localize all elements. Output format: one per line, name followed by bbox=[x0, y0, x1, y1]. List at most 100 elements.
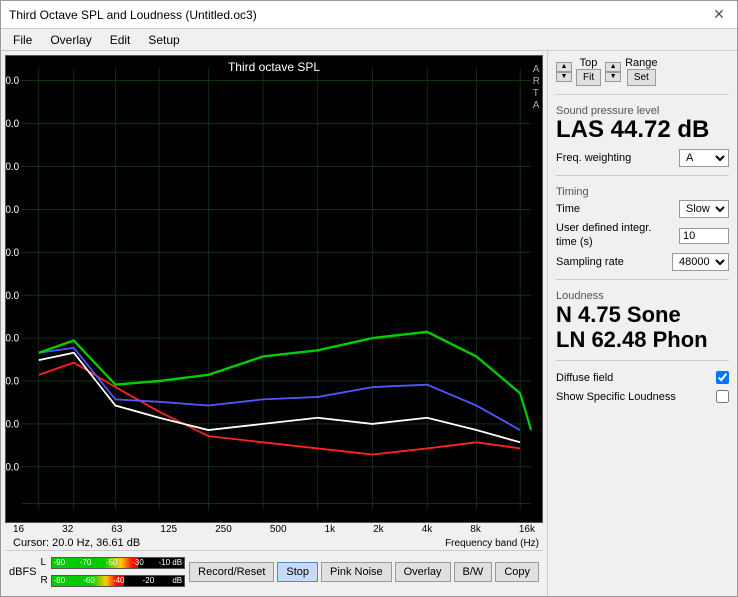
fit-button[interactable]: Fit bbox=[576, 69, 601, 86]
x-label-32: 32 bbox=[62, 524, 73, 535]
show-specific-checkbox[interactable] bbox=[716, 390, 729, 403]
x-label-16: 16 bbox=[13, 524, 24, 535]
meter-row-R: R -80 -60 -40 -20 dB bbox=[41, 573, 186, 589]
top-label: Top bbox=[580, 57, 598, 69]
menu-overlay[interactable]: Overlay bbox=[42, 31, 99, 49]
set-button[interactable]: Set bbox=[627, 69, 656, 86]
range-spinners: ▲ ▼ bbox=[605, 62, 621, 82]
chart-svg: 100.0 90.0 80.0 70.0 60.0 50.0 40.0 30.0… bbox=[6, 56, 542, 522]
tick-R-20: -20 bbox=[143, 576, 155, 585]
menu-bar: File Overlay Edit Setup bbox=[1, 29, 737, 51]
right-panel: ▲ ▼ Top Fit ▲ ▼ Range Set Sou bbox=[547, 51, 737, 596]
loudness-n-value: N 4.75 Sone bbox=[556, 302, 729, 327]
record-reset-button[interactable]: Record/Reset bbox=[189, 562, 274, 582]
loudness-ln-value: LN 62.48 Phon bbox=[556, 327, 729, 352]
bw-button[interactable]: B/W bbox=[454, 562, 493, 582]
x-label-2k: 2k bbox=[373, 524, 384, 535]
top-down-button[interactable]: ▼ bbox=[556, 72, 572, 82]
diffuse-field-label: Diffuse field bbox=[556, 372, 613, 384]
time-label: Time bbox=[556, 203, 580, 215]
freq-weighting-row: Freq. weighting A B C Z bbox=[556, 149, 729, 167]
chart-title: Third octave SPL bbox=[228, 60, 320, 74]
level-meter: L -90 -70 -50 -30 -10 dB bbox=[41, 553, 186, 591]
title-bar: Third Octave SPL and Loudness (Untitled.… bbox=[1, 1, 737, 29]
svg-text:100.0: 100.0 bbox=[6, 76, 19, 88]
x-label-125: 125 bbox=[160, 524, 177, 535]
loudness-section: Loudness N 4.75 Sone LN 62.48 Phon bbox=[556, 288, 729, 353]
show-specific-row: Show Specific Loudness bbox=[556, 390, 729, 403]
chart-info-row: Cursor: 20.0 Hz, 36.61 dB Frequency band… bbox=[5, 536, 543, 550]
x-label-16k: 16k bbox=[519, 524, 535, 535]
chart-arta: ARTA bbox=[533, 64, 540, 112]
copy-button[interactable]: Copy bbox=[495, 562, 539, 582]
range-control: Range Set bbox=[625, 57, 657, 86]
time-select[interactable]: Slow Fast bbox=[679, 200, 729, 218]
overlay-button[interactable]: Overlay bbox=[395, 562, 451, 582]
bottom-bar: dBFS L -90 -70 -50 -30 -10 dB bbox=[5, 550, 543, 592]
stop-button[interactable]: Stop bbox=[277, 562, 318, 582]
svg-text:60.0: 60.0 bbox=[6, 247, 19, 259]
show-specific-label: Show Specific Loudness bbox=[556, 391, 676, 403]
chart-container: Third octave SPL dB ARTA bbox=[5, 55, 543, 523]
tick-R-db: dB bbox=[172, 576, 184, 585]
action-buttons: Record/Reset Stop Pink Noise Overlay B/W… bbox=[185, 562, 543, 582]
range-down-button[interactable]: ▼ bbox=[605, 72, 621, 82]
meter-R-label: R bbox=[41, 575, 51, 586]
sampling-rate-select[interactable]: 44100 48000 bbox=[672, 253, 729, 271]
meter-bar-L-container: -90 -70 -50 -30 -10 dB bbox=[51, 557, 186, 569]
x-label-63: 63 bbox=[111, 524, 122, 535]
x-axis-labels: 16 32 63 125 250 500 1k 2k 4k 8k 16k bbox=[5, 523, 543, 536]
meter-bar-L bbox=[52, 558, 138, 568]
main-window: Third Octave SPL and Loudness (Untitled.… bbox=[0, 0, 738, 597]
svg-text:10.0: 10.0 bbox=[6, 462, 19, 474]
x-label-1k: 1k bbox=[325, 524, 336, 535]
meter-bar-R bbox=[52, 576, 125, 586]
top-control: Top Fit bbox=[576, 57, 601, 86]
timing-section: Timing Time Slow Fast User defined integ… bbox=[556, 184, 729, 270]
svg-text:40.0: 40.0 bbox=[6, 333, 19, 345]
x-label-8k: 8k bbox=[470, 524, 481, 535]
user-integr-input[interactable] bbox=[679, 228, 729, 244]
meter-row-L: L -90 -70 -50 -30 -10 dB bbox=[41, 555, 186, 571]
loudness-section-label: Loudness bbox=[556, 290, 604, 302]
sampling-rate-label: Sampling rate bbox=[556, 256, 624, 268]
svg-text:80.0: 80.0 bbox=[6, 162, 19, 174]
x-label-4k: 4k bbox=[422, 524, 433, 535]
svg-text:30.0: 30.0 bbox=[6, 376, 19, 388]
top-up-button[interactable]: ▲ bbox=[556, 62, 572, 72]
cursor-info: Cursor: 20.0 Hz, 36.61 dB bbox=[9, 536, 144, 550]
menu-edit[interactable]: Edit bbox=[102, 31, 139, 49]
window-title: Third Octave SPL and Loudness (Untitled.… bbox=[9, 8, 257, 22]
spl-section: Sound pressure level LAS 44.72 dB bbox=[556, 103, 729, 143]
spl-value: LAS 44.72 dB bbox=[556, 117, 729, 143]
user-integr-row: User defined integr. time (s) bbox=[556, 222, 729, 248]
divider-1 bbox=[556, 94, 729, 95]
chart-section: Third octave SPL dB ARTA bbox=[1, 51, 547, 596]
menu-setup[interactable]: Setup bbox=[140, 31, 187, 49]
svg-text:50.0: 50.0 bbox=[6, 290, 19, 302]
close-button[interactable]: ✕ bbox=[709, 5, 729, 25]
meter-bar-R-container: -80 -60 -40 -20 dB bbox=[51, 575, 186, 587]
freq-weighting-label: Freq. weighting bbox=[556, 152, 631, 164]
x-label-500: 500 bbox=[270, 524, 287, 535]
svg-text:20.0: 20.0 bbox=[6, 419, 19, 431]
top-spinners: ▲ ▼ bbox=[556, 62, 572, 82]
top-range-controls: ▲ ▼ Top Fit ▲ ▼ Range Set bbox=[556, 57, 729, 86]
divider-2 bbox=[556, 175, 729, 176]
timing-section-label: Timing bbox=[556, 186, 589, 198]
range-label: Range bbox=[625, 57, 657, 69]
content-area: Third octave SPL dB ARTA bbox=[1, 51, 737, 596]
divider-3 bbox=[556, 279, 729, 280]
time-row: Time Slow Fast bbox=[556, 200, 729, 218]
range-up-button[interactable]: ▲ bbox=[605, 62, 621, 72]
svg-text:90.0: 90.0 bbox=[6, 119, 19, 131]
sampling-rate-row: Sampling rate 44100 48000 bbox=[556, 253, 729, 271]
pink-noise-button[interactable]: Pink Noise bbox=[321, 562, 392, 582]
menu-file[interactable]: File bbox=[5, 31, 40, 49]
freq-weighting-select[interactable]: A B C Z bbox=[679, 149, 729, 167]
diffuse-field-checkbox[interactable] bbox=[716, 371, 729, 384]
user-integr-label: User defined integr. time (s) bbox=[556, 222, 656, 248]
svg-text:70.0: 70.0 bbox=[6, 205, 19, 217]
x-axis-title: Frequency band (Hz) bbox=[445, 538, 539, 549]
dbfs-label: dBFS bbox=[5, 566, 41, 578]
